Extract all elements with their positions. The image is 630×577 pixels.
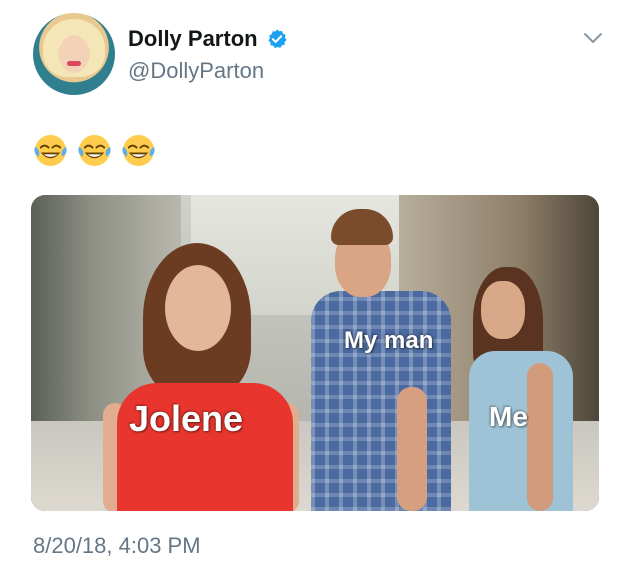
verified-badge-icon [267,29,287,49]
face-with-tears-of-joy-icon [34,134,67,167]
man-plaid-shirt [311,291,451,511]
woman-in-red [103,243,299,511]
man-hair [331,209,393,245]
avatar[interactable] [33,13,115,95]
woman-in-blue-face [481,281,525,339]
face-with-tears-of-joy-icon [122,134,155,167]
meme-label-jolene: Jolene [129,398,244,439]
author-display-name[interactable]: Dolly Parton [128,26,258,52]
meme-label-my-man: My man [344,327,434,354]
avatar-lips [67,61,81,66]
tweet: Dolly Parton @DollyParton My man Jolene … [0,0,630,577]
woman-in-blue-arm [527,363,553,511]
avatar-face [59,35,89,73]
chevron-down-icon[interactable] [582,30,604,46]
woman-in-blue [461,267,581,511]
author-handle[interactable]: @DollyParton [128,58,264,84]
man-looking-back [301,209,461,511]
tweet-timestamp[interactable]: 8/20/18, 4:03 PM [33,533,201,559]
meme-label-me: Me [489,401,528,432]
face-with-tears-of-joy-icon [78,134,111,167]
man-arm [397,387,427,511]
tweet-text [33,133,156,168]
author-name-row[interactable]: Dolly Parton [128,26,288,52]
woman-in-red-face [165,265,231,351]
tweet-media-image[interactable] [31,195,599,511]
